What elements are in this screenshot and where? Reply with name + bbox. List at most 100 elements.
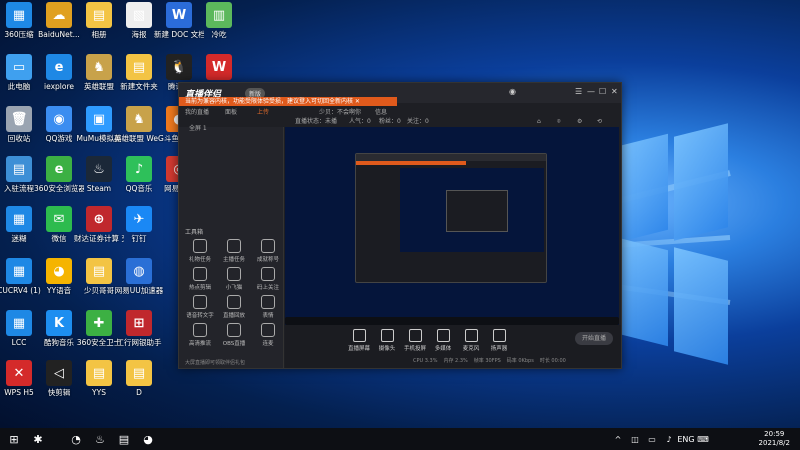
clock[interactable]: 20:59 2021/8/2 xyxy=(759,430,790,448)
app-icon: W xyxy=(166,2,192,28)
source-button[interactable]: 直播屏幕 xyxy=(345,329,373,352)
avatar-icon[interactable]: ◉ xyxy=(509,87,516,96)
share-icon[interactable]: ⟲ xyxy=(597,116,602,127)
taskbar-app-icon[interactable]: ▤ xyxy=(116,431,132,447)
app-icon: K xyxy=(46,310,72,336)
taskbar-app-icon[interactable]: ◔ xyxy=(68,431,84,447)
tool-label: 直播回放 xyxy=(222,313,245,319)
task-view-icon[interactable]: ✱ xyxy=(30,431,46,447)
maximize-icon[interactable]: ☐ xyxy=(599,87,606,96)
app-icon: ▦ xyxy=(6,310,32,336)
tool-icon xyxy=(227,267,241,281)
desktop-icon-label: D xyxy=(136,388,142,397)
status-left: 大屏直播即可领取伴侣礼包 xyxy=(185,360,246,366)
app-icon: ▦ xyxy=(6,206,32,232)
taskbar-app-icon[interactable]: ◕ xyxy=(140,431,156,447)
tool-item[interactable]: 热点剪辑 xyxy=(183,267,217,291)
app-icon: ✕ xyxy=(6,360,32,386)
settings-icon[interactable]: ⚙ xyxy=(577,116,582,127)
source-button[interactable]: 扬声器 xyxy=(485,329,513,352)
app-icon: ▤ xyxy=(126,54,152,80)
source-label: 手机投屏 xyxy=(403,346,426,352)
tool-item[interactable]: 小飞猫 xyxy=(217,267,251,291)
clock-date: 2021/8/2 xyxy=(758,439,790,447)
tool-item[interactable]: 直播回放 xyxy=(217,295,251,319)
source-label: 摄像头 xyxy=(378,346,396,352)
stats-bar: 直播状态：未播 人气：0 粉丝：0 关注：0 ⌂ ⌾ ⚙ ⟲ xyxy=(179,116,621,127)
desktop-icon[interactable]: ▤ D xyxy=(114,360,164,397)
tool-item[interactable]: 主播任务 xyxy=(217,239,251,263)
tool-label: 语音转文字 xyxy=(186,313,214,319)
menu-icon[interactable]: ☰ xyxy=(575,87,582,96)
app-icon: ◍ xyxy=(126,258,152,284)
source-icon xyxy=(408,329,422,342)
desktop-icon[interactable]: ▥ 冷吃 xyxy=(194,2,244,39)
stat-fans: 粉丝：0 xyxy=(379,118,401,125)
tool-item[interactable]: OBS直播 xyxy=(217,323,251,347)
source-toolbar: 直播屏幕 摄像头 手机投屏 多媒体 麦克风 扬声器 开始直播 大屏直播即可领取伴侣礼包 C… xyxy=(185,325,621,368)
tray-icon[interactable]: ◫ xyxy=(627,431,643,447)
tool-label: 高清推流 xyxy=(188,341,211,347)
tray-icon[interactable]: ♪ xyxy=(661,431,677,447)
tool-icon xyxy=(193,239,207,253)
tool-label: 热点剪辑 xyxy=(188,285,211,291)
tool-item[interactable]: 高清推流 xyxy=(183,323,217,347)
tool-item[interactable]: 成就称号 xyxy=(251,239,285,263)
taskbar-app-icon[interactable]: ♨ xyxy=(92,431,108,447)
tool-icon xyxy=(193,267,207,281)
live-preview[interactable] xyxy=(285,127,619,325)
tool-label: 成就称号 xyxy=(256,257,279,263)
source-button[interactable]: 摄像头 xyxy=(373,329,401,352)
source-button[interactable]: 多媒体 xyxy=(429,329,457,352)
scene-tab[interactable]: 全屏 1 xyxy=(189,123,207,132)
tool-item[interactable]: 语音转文字 xyxy=(183,295,217,319)
app-icon: ▣ xyxy=(86,106,112,132)
tool-item[interactable]: 码上关注 xyxy=(251,267,285,291)
tool-icon xyxy=(261,267,275,281)
left-panel: 全屏 1 工具箱 礼物任务 主播任务 成就称号 热点剪辑 小飞猫 码上关注 语音转文字 直播回… xyxy=(179,125,285,368)
source-button[interactable]: 麦克风 xyxy=(457,329,485,352)
wallpaper-windows-logo xyxy=(618,123,728,365)
desktop-icon[interactable]: ✈ 钉钉 xyxy=(114,206,164,243)
minimize-icon[interactable]: — xyxy=(587,87,595,96)
tool-label: 码上关注 xyxy=(256,285,279,291)
source-button[interactable]: 手机投屏 xyxy=(401,329,429,352)
tool-item[interactable]: 连麦 xyxy=(251,323,285,347)
windows-start-icon[interactable]: ⊞ xyxy=(6,431,22,447)
source-label: 直播屏幕 xyxy=(347,346,370,352)
notice-banner[interactable]: 当前为兼容内核，功能受限体验受损，建议登入可切回全新内核 ✕ xyxy=(179,97,397,106)
start-live-button[interactable]: 开始直播 xyxy=(575,332,613,345)
source-label: 扬声器 xyxy=(490,346,508,352)
preview-taskbar xyxy=(285,317,619,325)
clock-time: 20:59 xyxy=(764,430,785,438)
source-label: 多媒体 xyxy=(434,346,452,352)
tool-item[interactable]: 礼物任务 xyxy=(183,239,217,263)
source-icon xyxy=(352,329,366,342)
tool-item[interactable]: 表情 xyxy=(251,295,285,319)
app-icon: ▧ xyxy=(126,2,152,28)
close-icon[interactable]: ✕ xyxy=(611,87,618,96)
app-icon: ◁ xyxy=(46,360,72,386)
tray-icon[interactable]: ⌨ xyxy=(695,431,711,447)
tool-icon xyxy=(193,295,207,309)
status-metric: 帧率 30FPS xyxy=(473,358,501,364)
lock-icon[interactable]: ⌾ xyxy=(557,116,561,127)
desktop-icon[interactable]: ⊞ 工行网银助手 xyxy=(114,310,164,347)
stat-live-status: 直播状态：未播 xyxy=(295,118,338,125)
notice-text: 当前为兼容内核，功能受限体验受损，建议登入可切回全新内核 xyxy=(185,98,354,105)
tray-icon[interactable]: ENG xyxy=(677,431,694,447)
app-icon: ♨ xyxy=(86,156,112,182)
gift-icon[interactable]: ⌂ xyxy=(537,116,541,127)
status-right: CPU 3.3% 内存 2.3% 帧率 30FPS 码率 0Kbps 时长 00:00 xyxy=(413,357,572,364)
source-icon xyxy=(492,329,506,342)
tool-icon xyxy=(261,239,275,253)
app-icon: ✚ xyxy=(86,310,112,336)
app-icon: 🗑 xyxy=(6,106,32,132)
tray-icon[interactable]: ^ xyxy=(610,431,626,447)
status-metric: 时长 00:00 xyxy=(539,358,566,364)
tray-icon[interactable]: ▭ xyxy=(644,431,660,447)
app-icon: ▤ xyxy=(126,360,152,386)
live-companion-window[interactable]: 直播伴侣 新版 ◉ ☰ — ☐ ✕ 当前为兼容内核，功能受限体验受损，建议登入可… xyxy=(178,82,622,369)
desktop-icon-label: 工行网银助手 xyxy=(116,338,162,347)
desktop-icon[interactable]: ◍ 网易UU加速器 xyxy=(114,258,164,295)
